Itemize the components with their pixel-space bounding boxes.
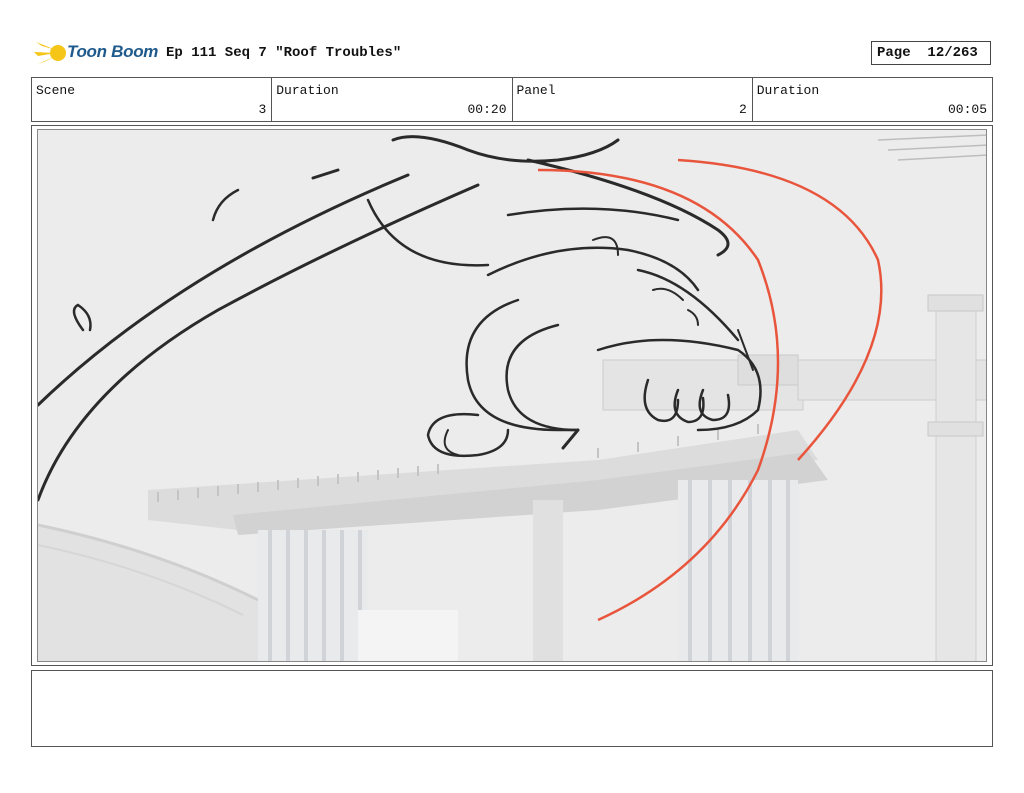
scene-label: Scene [36, 83, 76, 98]
scene-duration-label: Duration [276, 83, 339, 98]
info-row: Scene 3 Duration 00:20 Panel 2 Duration … [31, 77, 993, 122]
panel-duration-label: Duration [756, 83, 820, 98]
panel-duration-value: 00:05 [947, 102, 987, 117]
page-value: 12/263 [927, 45, 978, 61]
panel-duration-cell: Duration 00:05 [753, 78, 992, 121]
panel-value: 2 [738, 102, 747, 117]
scene-cell: Scene 3 [32, 78, 273, 121]
logo-text: Toon Boom [67, 42, 159, 61]
panel-label: Panel [516, 83, 556, 98]
storyboard-panel-frame [31, 125, 993, 666]
page-number-box: Page 12/263 [871, 41, 991, 65]
page-title: Ep 111 Seq 7 "Roof Troubles" [166, 45, 402, 61]
scene-duration-cell: Duration 00:20 [272, 78, 513, 121]
scene-duration-value: 00:20 [467, 102, 507, 117]
scene-value: 3 [258, 102, 267, 117]
storyboard-panel-image [37, 129, 987, 662]
page-label: Page [877, 45, 911, 61]
panel-notes-box [31, 670, 993, 747]
panel-sketch-illustration [38, 130, 986, 661]
panel-cell: Panel 2 [513, 78, 753, 121]
